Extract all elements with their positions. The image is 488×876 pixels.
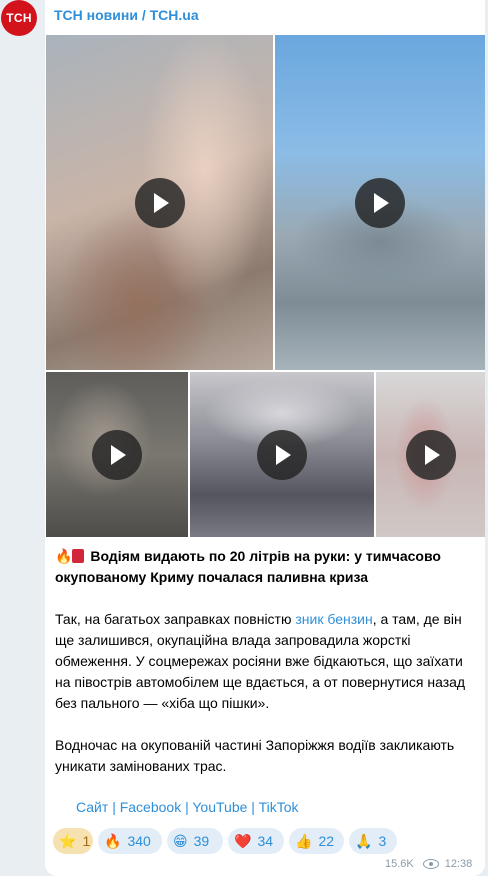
article-link[interactable]: зник бензин [295, 611, 372, 627]
message-bubble: ТСН новини / TCH.ua 🔥 Водіям видають по … [45, 0, 485, 876]
grin-icon: 😁 [173, 833, 188, 849]
pray-icon: 🙏 [355, 833, 373, 849]
video-thumbnail-2[interactable] [275, 35, 485, 370]
message-time: 12:38 [444, 858, 473, 870]
video-thumbnail-4[interactable] [190, 372, 374, 537]
reaction-grin[interactable]: 😁 39 [167, 828, 223, 854]
fire-icon: 🔥 [104, 833, 122, 849]
star-icon: ⭐ [59, 833, 77, 849]
social-links: Сайт | Facebook | YouTube | TikTok [76, 799, 299, 815]
reaction-fire[interactable]: 🔥 340 [98, 828, 162, 854]
play-icon[interactable] [257, 429, 307, 480]
facebook-link[interactable]: Facebook [120, 799, 181, 815]
reaction-thumbs-up[interactable]: 👍 22 [289, 828, 344, 854]
play-icon[interactable] [405, 429, 456, 480]
channel-name[interactable]: ТСН новини / TCH.ua [54, 7, 199, 23]
message-footer: 15.6K 12:38 [385, 858, 472, 870]
reaction-heart[interactable]: ❤️ 34 [228, 828, 284, 854]
play-icon[interactable] [134, 177, 185, 228]
post-title-text: Водіям видають по 20 літрів на руки: у т… [55, 548, 441, 585]
reaction-pray[interactable]: 🙏 3 [349, 828, 397, 854]
play-icon[interactable] [92, 429, 142, 480]
youtube-link[interactable]: YouTube [192, 799, 247, 815]
play-icon[interactable] [355, 177, 405, 228]
channel-avatar[interactable]: ТСН [1, 0, 37, 36]
thumbs-up-icon: 👍 [295, 833, 313, 849]
post-title: 🔥 Водіям видають по 20 літрів на руки: у… [55, 546, 480, 588]
view-count: 15.6K [385, 858, 414, 870]
eye-icon [422, 859, 439, 869]
video-thumbnail-5[interactable] [376, 372, 485, 537]
post-paragraph-1: Так, на багатьох заправках повністю зник… [55, 611, 466, 711]
video-thumbnail-1[interactable] [46, 35, 273, 370]
post-paragraph-2: Водночас на окупованій частині Запоріжжя… [55, 737, 455, 774]
heart-icon: ❤️ [234, 833, 252, 849]
avatar-text: ТСН [6, 11, 32, 25]
reaction-star[interactable]: ⭐ 1 [53, 828, 93, 854]
tiktok-link[interactable]: TikTok [259, 799, 299, 815]
fire-icon: 🔥 [55, 548, 73, 564]
video-thumbnail-3[interactable] [46, 372, 188, 537]
fuel-pump-icon [72, 549, 85, 563]
site-link[interactable]: Сайт [76, 799, 108, 815]
